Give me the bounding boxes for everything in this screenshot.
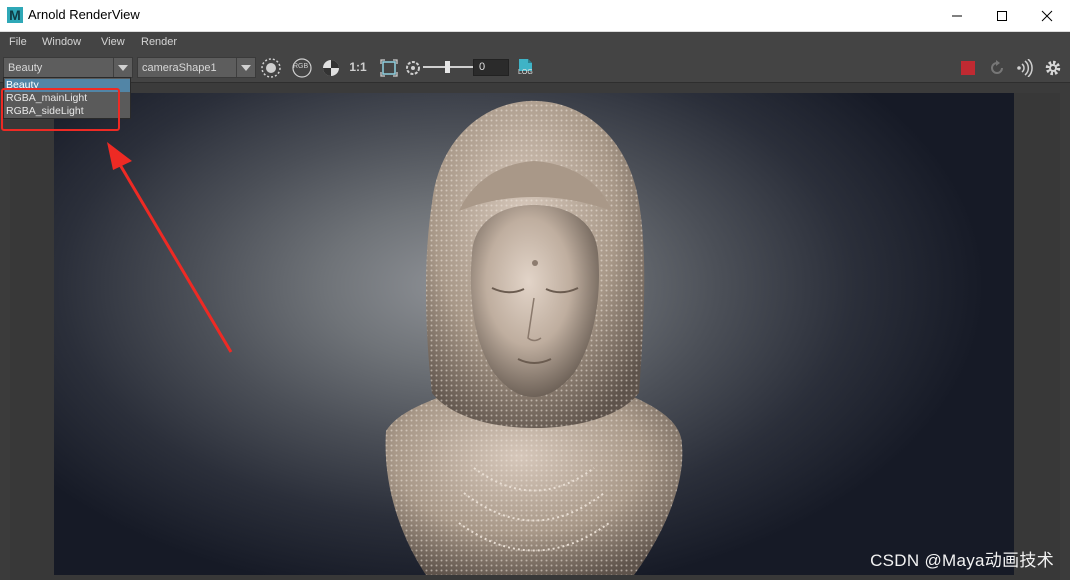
annotation-arrow: [107, 142, 233, 353]
watermark-text: CSDN @Maya动画技术: [870, 551, 1054, 570]
